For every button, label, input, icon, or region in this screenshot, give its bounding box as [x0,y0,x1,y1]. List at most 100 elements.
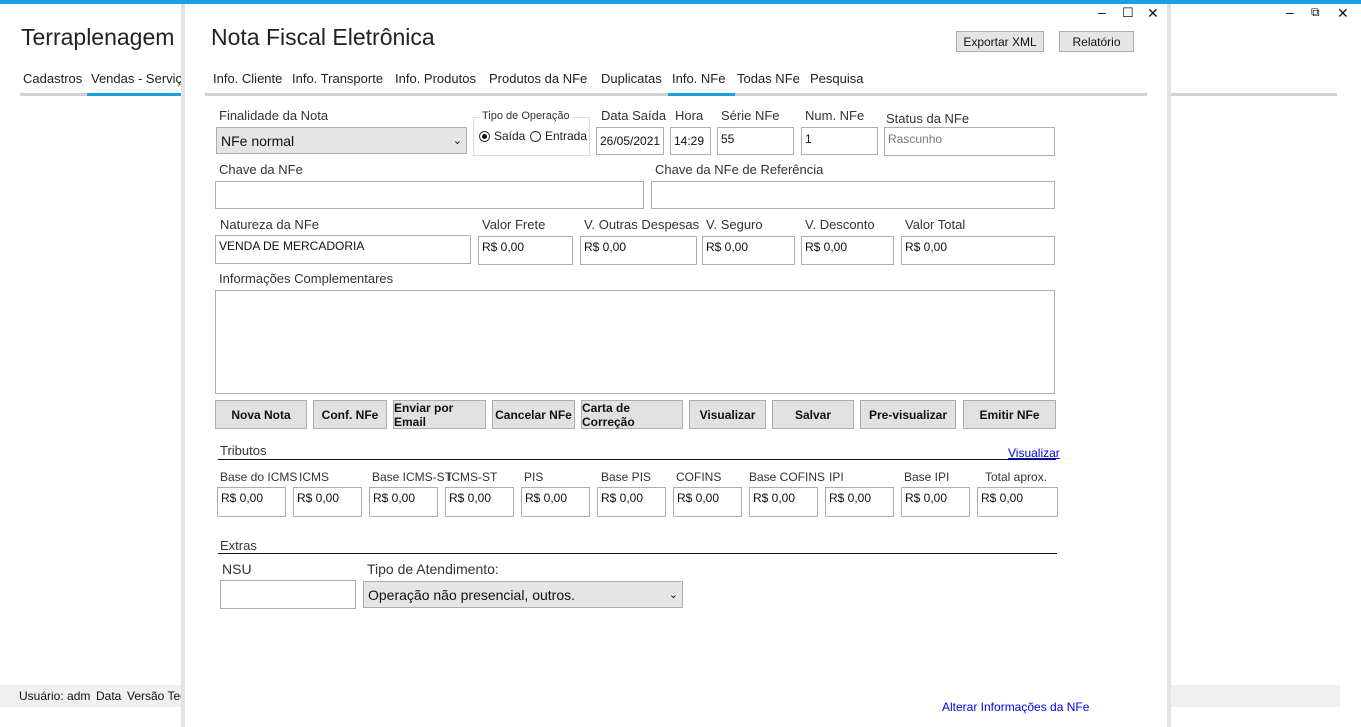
nsu-field[interactable] [220,580,356,609]
chave-ref-field[interactable] [651,181,1055,209]
tab-todas-nfe[interactable]: Todas NFe [737,71,800,86]
tributos-title: Tributos [220,443,267,458]
hora-field[interactable]: 14:29 [670,127,711,155]
export-xml-button[interactable]: Exportar XML [956,31,1044,52]
tributos-divider [218,459,1056,460]
icms-st-field[interactable]: R$ 0,00 [445,487,514,517]
atendimento-value: Operação não presencial, outros. [368,586,576,603]
base-ipi-field[interactable]: R$ 0,00 [901,487,970,517]
base-icms-st-field[interactable]: R$ 0,00 [369,487,438,517]
carta-correcao-button[interactable]: Carta de Correção [581,400,683,429]
natureza-field[interactable]: VENDA DE MERCADORIA [215,235,471,264]
enviar-email-button[interactable]: Enviar por Email [393,400,486,429]
finalidade-label: Finalidade da Nota [219,108,329,123]
cofins-label: COFINS [676,470,722,484]
finalidade-value: NFe normal [221,132,295,149]
natureza-label: Natureza da NFe [220,217,319,232]
dialog-maximize-icon[interactable]: ☐ [1122,5,1134,21]
nova-nota-button[interactable]: Nova Nota [215,400,307,429]
tipo-operacao-label: Tipo de Operação [480,110,572,122]
desconto-field[interactable]: R$ 0,00 [801,236,894,265]
restore-icon[interactable]: ⧉ [1311,5,1320,20]
radio-entrada[interactable]: Entrada [530,129,587,143]
extras-title: Extras [220,538,257,553]
tab-vendas-servico[interactable]: Vendas - Serviço [91,71,189,86]
hora-label: Hora [675,108,704,123]
visualizar-button[interactable]: Visualizar [689,400,766,429]
dialog-close-icon[interactable]: ✕ [1147,5,1159,22]
base-icms-label: Base do ICMS [220,470,298,484]
atendimento-select[interactable]: Operação não presencial, outros. ⌄ [363,581,683,608]
pis-label: PIS [524,470,544,484]
total-aprox-field[interactable]: R$ 0,00 [977,487,1058,517]
radio-saida-label: Saída [494,129,526,143]
seguro-field[interactable]: R$ 0,00 [702,236,795,265]
tab-pesquisa[interactable]: Pesquisa [810,71,863,86]
num-field[interactable]: 1 [801,127,878,155]
base-ipi-label: Base IPI [904,470,950,484]
cancelar-nfe-button[interactable]: Cancelar NFe [492,400,575,429]
outras-despesas-field[interactable]: R$ 0,00 [580,236,697,265]
base-cofins-field[interactable]: R$ 0,00 [749,487,818,517]
status-label: Status da NFe [886,111,970,126]
base-pis-field[interactable]: R$ 0,00 [597,487,666,517]
info-comp-textarea[interactable] [215,290,1055,394]
chave-ref-label: Chave da NFe de Referência [655,162,824,177]
active-tab-indicator [668,93,735,96]
chevron-down-icon: ⌄ [452,135,462,147]
icms-st-label: ICMS-ST [448,470,498,484]
tab-produtos-nfe[interactable]: Produtos da NFe [489,71,587,86]
icms-field[interactable]: R$ 0,00 [293,487,362,517]
chave-field[interactable] [215,181,644,209]
radio-saida-icon [479,130,490,142]
minimize-icon[interactable]: – [1286,4,1294,20]
tab-strip-line [20,93,87,96]
ipi-field[interactable]: R$ 0,00 [825,487,894,517]
desconto-label: V. Desconto [805,217,875,232]
app-title: Terraplenagem [21,24,175,50]
num-label: Num. NFe [805,108,865,123]
data-saida-field[interactable]: 26/05/2021 [596,127,664,155]
active-tab-indicator [87,93,184,96]
radio-entrada-icon [530,130,541,142]
total-field[interactable]: R$ 0,00 [901,236,1055,265]
tab-duplicatas[interactable]: Duplicatas [601,71,662,86]
cofins-field[interactable]: R$ 0,00 [673,487,742,517]
radio-entrada-label: Entrada [545,129,588,143]
extras-divider [218,553,1057,554]
finalidade-select[interactable]: NFe normal ⌄ [216,127,467,154]
frete-field[interactable]: R$ 0,00 [478,236,573,265]
total-label: Valor Total [905,217,966,232]
dialog-minimize-icon[interactable]: – [1098,4,1106,20]
emitir-nfe-button[interactable]: Emitir NFe [963,400,1056,429]
status-user: Usuário: adm [19,689,91,703]
total-aprox-label: Total aprox. [985,470,1048,484]
tab-info-transporte[interactable]: Info. Transporte [292,71,383,86]
base-icms-st-label: Base ICMS-ST [372,470,453,484]
base-cofins-label: Base COFINS [749,470,826,484]
chevron-down-icon: ⌄ [668,589,678,601]
status-field: Rascunho [884,127,1055,156]
close-icon[interactable]: ✕ [1337,5,1349,22]
tab-info-produtos[interactable]: Info. Produtos [395,71,476,86]
tab-cadastros[interactable]: Cadastros [23,71,82,86]
outras-despesas-label: V. Outras Despesas [584,217,700,232]
conf-nfe-button[interactable]: Conf. NFe [313,400,387,429]
salvar-button[interactable]: Salvar [772,400,854,429]
tab-strip-line-right [1171,93,1337,96]
alterar-info-link[interactable]: Alterar Informações da NFe [942,700,1089,714]
dialog-title: Nota Fiscal Eletrônica [211,24,435,50]
serie-label: Série NFe [721,108,780,123]
serie-field[interactable]: 55 [717,127,794,155]
tributos-visualizar-link[interactable]: Visualizar [1008,446,1060,460]
pis-field[interactable]: R$ 0,00 [521,487,590,517]
base-icms-field[interactable]: R$ 0,00 [217,487,286,517]
radio-saida[interactable]: Saída [479,129,525,143]
report-button[interactable]: Relatório [1059,31,1134,52]
chave-label: Chave da NFe [219,162,303,177]
tab-info-nfe[interactable]: Info. NFe [672,71,725,86]
tab-info-cliente[interactable]: Info. Cliente [213,71,282,86]
seguro-label: V. Seguro [706,217,763,232]
info-comp-label: Informações Complementares [219,271,394,286]
pre-visualizar-button[interactable]: Pre-visualizar [860,400,956,429]
